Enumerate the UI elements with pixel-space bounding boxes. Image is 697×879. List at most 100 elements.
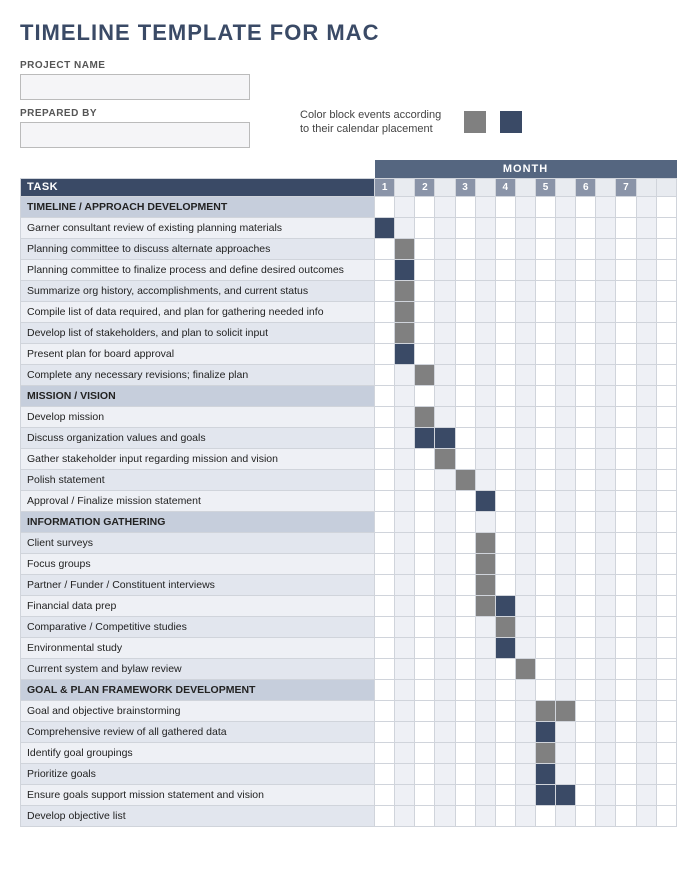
timeline-cell[interactable] [515, 301, 535, 322]
timeline-cell[interactable] [535, 721, 555, 742]
timeline-cell[interactable] [455, 448, 475, 469]
timeline-cell[interactable] [475, 637, 495, 658]
timeline-cell[interactable] [455, 721, 475, 742]
timeline-cell[interactable] [415, 238, 435, 259]
timeline-cell[interactable] [435, 490, 455, 511]
timeline-cell[interactable] [475, 700, 495, 721]
timeline-cell[interactable] [596, 658, 616, 679]
timeline-cell[interactable] [475, 427, 495, 448]
timeline-cell[interactable] [415, 511, 435, 532]
timeline-cell[interactable] [415, 469, 435, 490]
timeline-cell[interactable] [596, 637, 616, 658]
timeline-cell[interactable] [535, 238, 555, 259]
timeline-cell[interactable] [515, 616, 535, 637]
timeline-cell[interactable] [435, 595, 455, 616]
timeline-cell[interactable] [475, 805, 495, 826]
timeline-cell[interactable] [636, 343, 656, 364]
timeline-cell[interactable] [435, 469, 455, 490]
timeline-cell[interactable] [556, 805, 576, 826]
timeline-cell[interactable] [576, 721, 596, 742]
timeline-cell[interactable] [455, 427, 475, 448]
timeline-cell[interactable] [455, 805, 475, 826]
timeline-cell[interactable] [656, 406, 676, 427]
timeline-cell[interactable] [455, 679, 475, 700]
timeline-cell[interactable] [495, 784, 515, 805]
timeline-cell[interactable] [616, 385, 636, 406]
timeline-cell[interactable] [515, 469, 535, 490]
timeline-cell[interactable] [535, 427, 555, 448]
timeline-cell[interactable] [395, 448, 415, 469]
timeline-cell[interactable] [435, 343, 455, 364]
timeline-cell[interactable] [556, 196, 576, 217]
timeline-cell[interactable] [656, 259, 676, 280]
timeline-cell[interactable] [415, 217, 435, 238]
timeline-cell[interactable] [435, 364, 455, 385]
timeline-cell[interactable] [515, 490, 535, 511]
timeline-cell[interactable] [556, 259, 576, 280]
timeline-cell[interactable] [656, 469, 676, 490]
timeline-cell[interactable] [556, 322, 576, 343]
timeline-cell[interactable] [455, 658, 475, 679]
timeline-cell[interactable] [475, 322, 495, 343]
timeline-cell[interactable] [455, 406, 475, 427]
timeline-cell[interactable] [375, 280, 395, 301]
timeline-cell[interactable] [375, 217, 395, 238]
timeline-cell[interactable] [515, 259, 535, 280]
timeline-cell[interactable] [616, 574, 636, 595]
timeline-cell[interactable] [455, 595, 475, 616]
timeline-cell[interactable] [576, 301, 596, 322]
project-name-input[interactable] [20, 74, 250, 100]
timeline-cell[interactable] [375, 196, 395, 217]
timeline-cell[interactable] [535, 532, 555, 553]
timeline-cell[interactable] [375, 721, 395, 742]
timeline-cell[interactable] [656, 511, 676, 532]
timeline-cell[interactable] [475, 196, 495, 217]
timeline-cell[interactable] [515, 511, 535, 532]
timeline-cell[interactable] [596, 448, 616, 469]
timeline-cell[interactable] [375, 427, 395, 448]
timeline-cell[interactable] [636, 217, 656, 238]
timeline-cell[interactable] [656, 238, 676, 259]
timeline-cell[interactable] [395, 301, 415, 322]
timeline-cell[interactable] [455, 553, 475, 574]
timeline-cell[interactable] [455, 385, 475, 406]
timeline-cell[interactable] [475, 574, 495, 595]
timeline-cell[interactable] [495, 364, 515, 385]
timeline-cell[interactable] [556, 511, 576, 532]
timeline-cell[interactable] [596, 763, 616, 784]
timeline-cell[interactable] [556, 574, 576, 595]
timeline-cell[interactable] [576, 217, 596, 238]
timeline-cell[interactable] [616, 217, 636, 238]
timeline-cell[interactable] [475, 532, 495, 553]
timeline-cell[interactable] [596, 322, 616, 343]
timeline-cell[interactable] [656, 574, 676, 595]
timeline-cell[interactable] [395, 679, 415, 700]
timeline-cell[interactable] [515, 385, 535, 406]
timeline-cell[interactable] [656, 658, 676, 679]
timeline-cell[interactable] [495, 637, 515, 658]
timeline-cell[interactable] [576, 784, 596, 805]
timeline-cell[interactable] [515, 196, 535, 217]
timeline-cell[interactable] [415, 196, 435, 217]
timeline-cell[interactable] [515, 217, 535, 238]
timeline-cell[interactable] [475, 364, 495, 385]
timeline-cell[interactable] [415, 595, 435, 616]
timeline-cell[interactable] [435, 511, 455, 532]
timeline-cell[interactable] [375, 259, 395, 280]
timeline-cell[interactable] [475, 259, 495, 280]
timeline-cell[interactable] [596, 238, 616, 259]
timeline-cell[interactable] [435, 427, 455, 448]
timeline-cell[interactable] [495, 763, 515, 784]
timeline-cell[interactable] [455, 490, 475, 511]
timeline-cell[interactable] [415, 406, 435, 427]
timeline-cell[interactable] [656, 595, 676, 616]
timeline-cell[interactable] [475, 217, 495, 238]
timeline-cell[interactable] [395, 721, 415, 742]
timeline-cell[interactable] [435, 742, 455, 763]
timeline-cell[interactable] [556, 553, 576, 574]
timeline-cell[interactable] [375, 511, 395, 532]
timeline-cell[interactable] [475, 406, 495, 427]
timeline-cell[interactable] [495, 511, 515, 532]
timeline-cell[interactable] [636, 658, 656, 679]
timeline-cell[interactable] [535, 301, 555, 322]
